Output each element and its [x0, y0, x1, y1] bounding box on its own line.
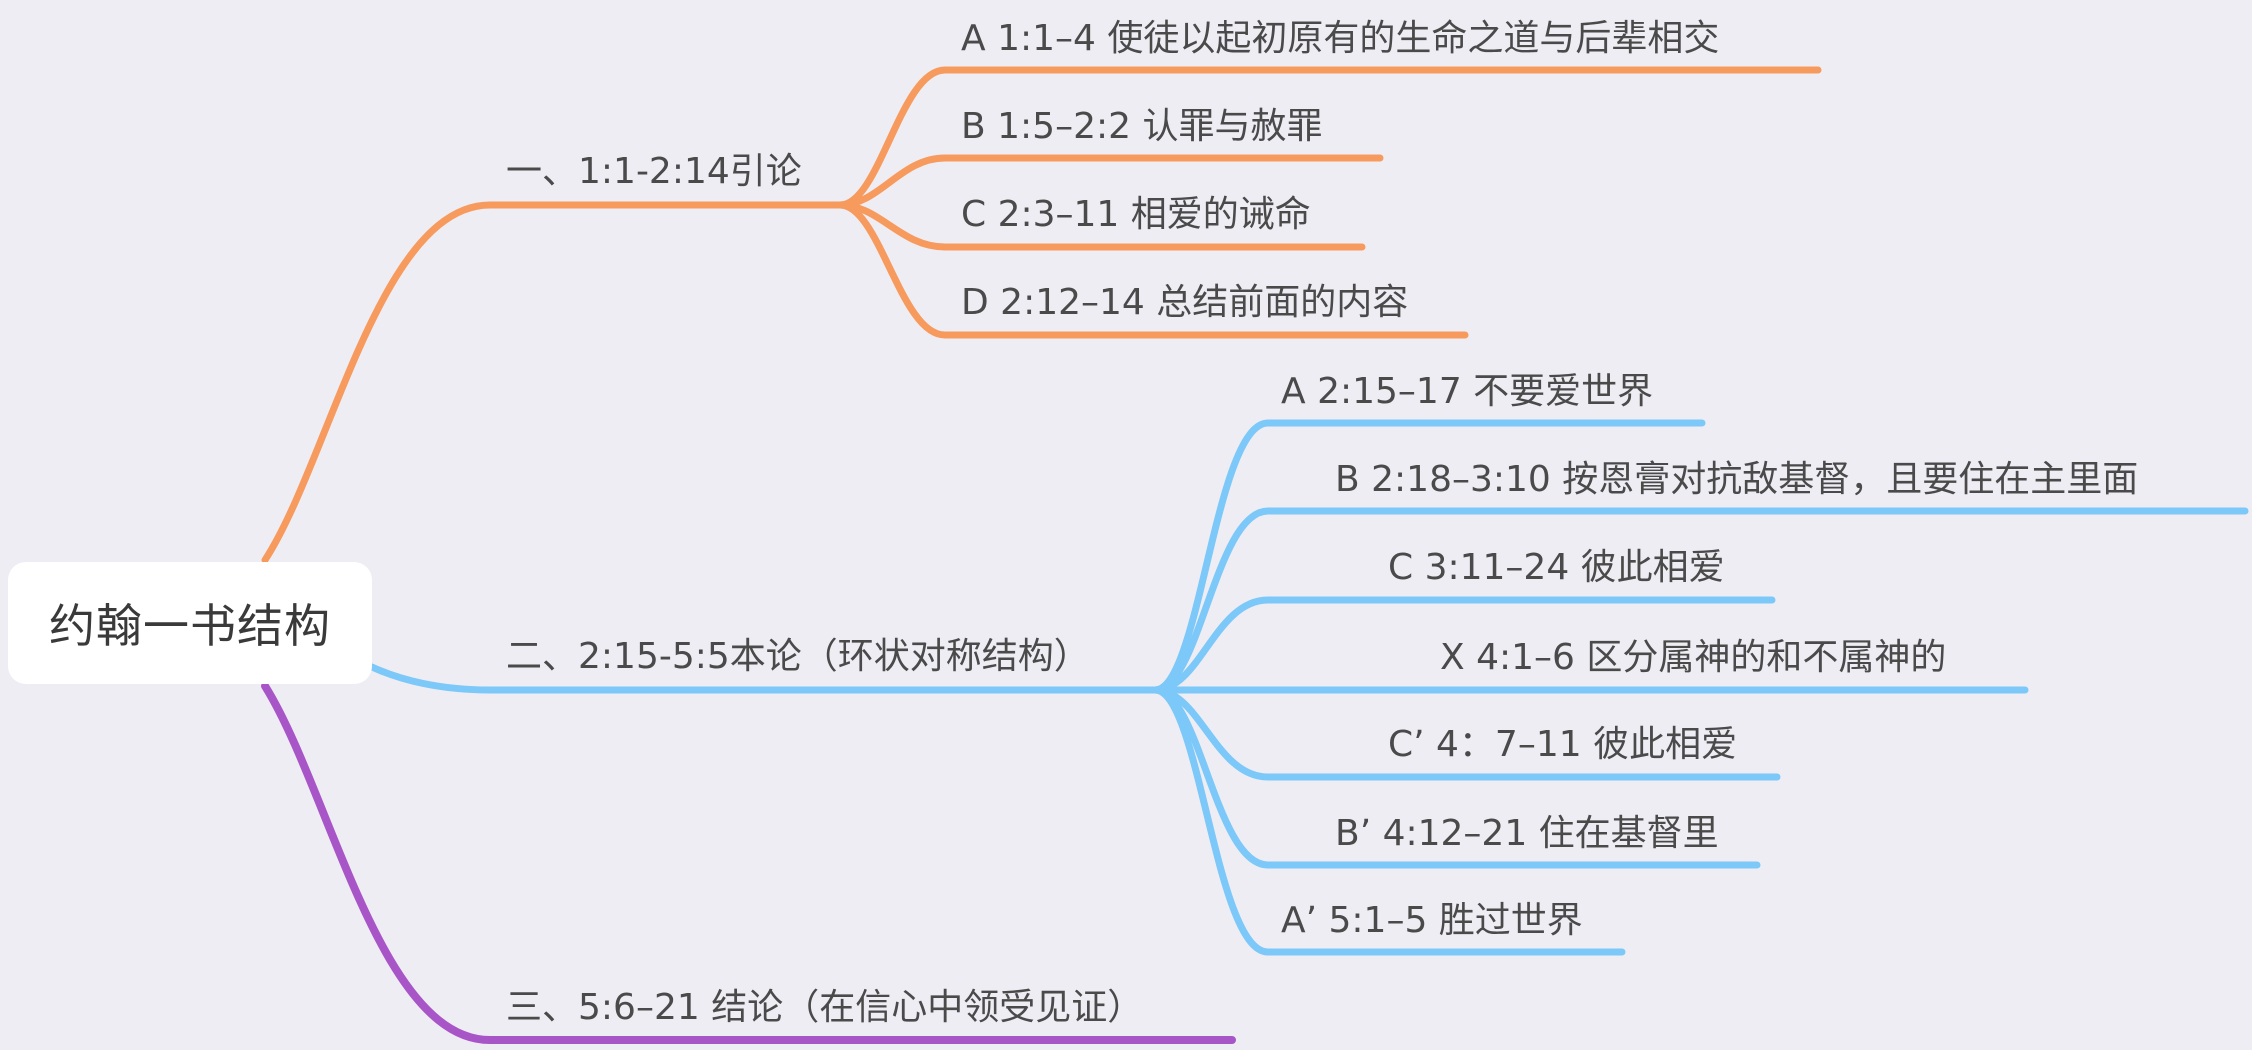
- branch-1-child-c[interactable]: C 2:3–11 相爱的诫命: [961, 195, 1311, 235]
- branch-3-title[interactable]: 三、5:6–21 结论（在信心中领受见证）: [506, 988, 1143, 1028]
- branch-2-child-a2[interactable]: A’ 5:1–5 胜过世界: [1281, 901, 1583, 941]
- branch-1-child-b[interactable]: B 1:5–2:2 认罪与赦罪: [961, 107, 1322, 147]
- branch-2-title[interactable]: 二、2:15-5:5本论（环状对称结构）: [506, 637, 1090, 677]
- connector-lines: [261, 66, 2249, 1044]
- branch-2-child-c[interactable]: C 3:11–24 彼此相爱: [1388, 548, 1725, 588]
- root-title: 约翰一书结构: [49, 599, 331, 653]
- root-node[interactable]: 约翰一书结构: [8, 562, 372, 684]
- branch-2-child-a[interactable]: A 2:15–17 不要爱世界: [1281, 372, 1653, 412]
- mind-map-canvas: 约翰一书结构 一、1:1-2:14引论 A 1:1–4 使徒以起初原有的生命之道…: [0, 0, 2252, 1050]
- branch-2-child-c2[interactable]: C’ 4：7–11 彼此相爱: [1388, 725, 1737, 765]
- branch-2-child-x[interactable]: X 4:1–6 区分属神的和不属神的: [1440, 638, 1946, 678]
- branch-1-title[interactable]: 一、1:1-2:14引论: [506, 152, 802, 192]
- branch-2-child-b[interactable]: B 2:18–3:10 按恩膏对抗敌基督，且要住在主里面: [1335, 460, 2138, 500]
- connector-root-branch-1: [261, 201, 844, 564]
- branch-2-child-b2[interactable]: B’ 4:12–21 住在基督里: [1335, 814, 1719, 854]
- branch-1-child-d[interactable]: D 2:12–14 总结前面的内容: [961, 283, 1408, 323]
- branch-1-child-a[interactable]: A 1:1–4 使徒以起初原有的生命之道与后辈相交: [961, 19, 1719, 59]
- branch-2-connectors: [368, 419, 2249, 956]
